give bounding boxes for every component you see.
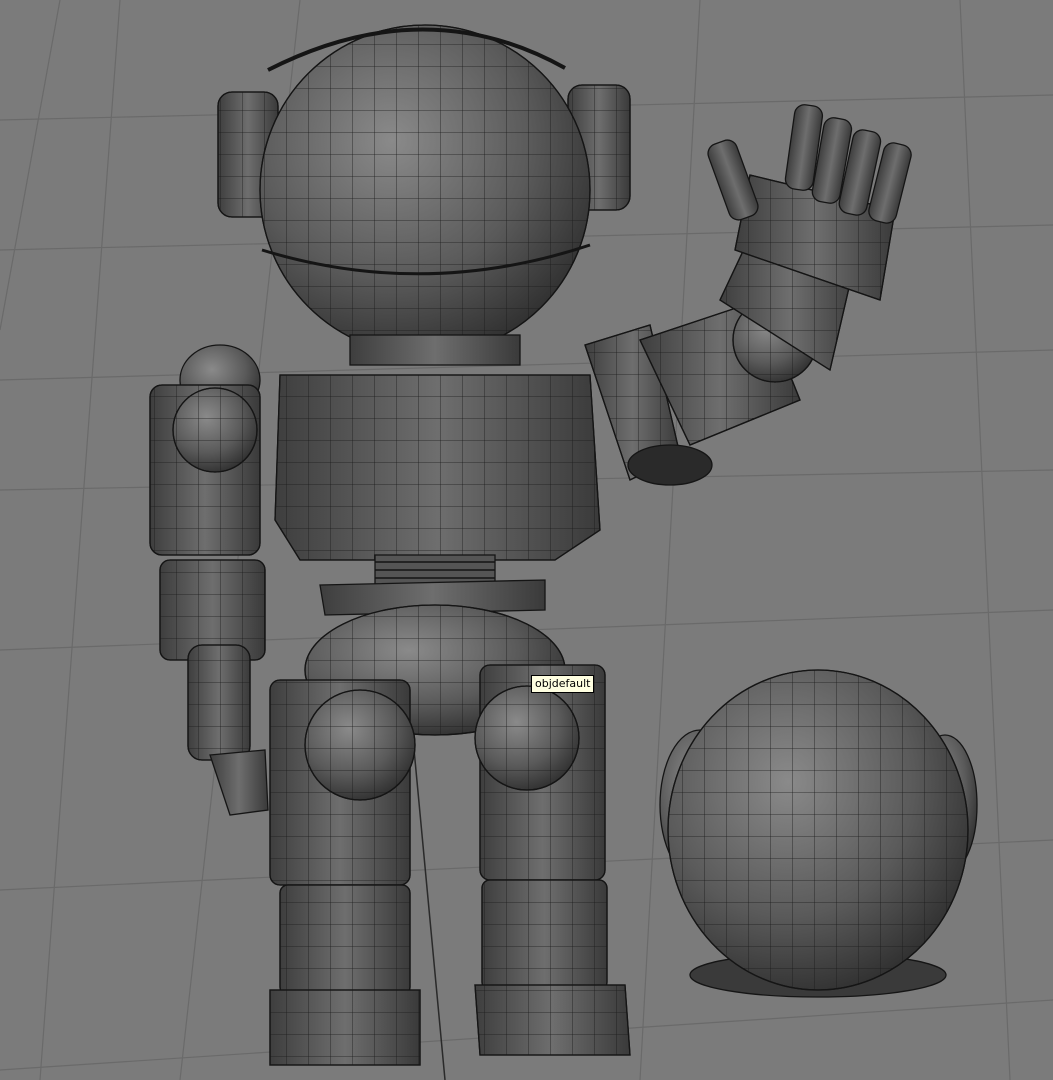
3d-viewport[interactable]: objdefault: [0, 0, 1053, 1080]
helmet-mesh: [659, 669, 978, 998]
viewport-canvas[interactable]: [0, 0, 1053, 1080]
object-tooltip: objdefault: [531, 675, 595, 693]
